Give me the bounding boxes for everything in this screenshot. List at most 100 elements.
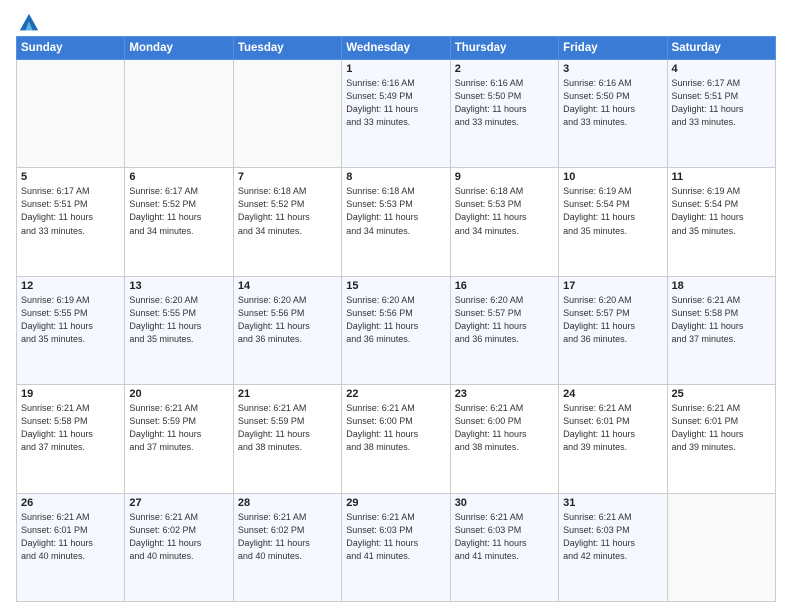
day-info: Sunrise: 6:20 AM Sunset: 5:57 PM Dayligh… [563,294,662,346]
day-info: Sunrise: 6:16 AM Sunset: 5:50 PM Dayligh… [563,77,662,129]
calendar-cell: 19 Sunrise: 6:21 AM Sunset: 5:58 PM Dayli… [17,385,125,493]
day-number: 13 [129,280,228,292]
calendar-header-tuesday: Tuesday [233,37,341,60]
calendar-cell: 14Sunrise: 6:20 AM Sunset: 5:56 PM Dayli… [233,276,341,384]
calendar-cell: 17Sunrise: 6:20 AM Sunset: 5:57 PM Dayli… [559,276,667,384]
calendar-cell: 24 Sunrise: 6:21 AM Sunset: 6:01 PM Dayli… [559,385,667,493]
page: SundayMondayTuesdayWednesdayThursdayFrid… [0,0,792,612]
day-info: Sunrise: 6:21 AM Sunset: 6:01 PM Dayligh… [21,511,120,563]
day-number: 15 [346,280,445,292]
calendar-cell: 23 Sunrise: 6:21 AM Sunset: 6:00 PM Dayli… [450,385,558,493]
calendar-week-3: 12 Sunrise: 6:19 AM Sunset: 5:55 PM Dayli… [17,276,776,384]
calendar-cell [17,60,125,168]
day-info: Sunrise: 6:18 AM Sunset: 5:52 PM Dayligh… [238,185,337,237]
day-info: Sunrise: 6:21 AM Sunset: 6:01 PM Dayligh… [563,402,662,454]
calendar-cell: 4 Sunrise: 6:17 AM Sunset: 5:51 PM Daylig… [667,60,775,168]
day-number: 16 [455,280,554,292]
day-info: Sunrise: 6:18 AM Sunset: 5:53 PM Dayligh… [455,185,554,237]
day-info: Sunrise: 6:21 AM Sunset: 6:01 PM Dayligh… [672,402,771,454]
calendar-cell: 30Sunrise: 6:21 AM Sunset: 6:03 PM Dayli… [450,493,558,601]
day-info: Sunrise: 6:20 AM Sunset: 5:56 PM Dayligh… [346,294,445,346]
calendar-cell: 9 Sunrise: 6:18 AM Sunset: 5:53 PM Daylig… [450,168,558,276]
calendar-cell: 3 Sunrise: 6:16 AM Sunset: 5:50 PM Daylig… [559,60,667,168]
calendar-cell: 15 Sunrise: 6:20 AM Sunset: 5:56 PM Dayli… [342,276,450,384]
calendar-cell [233,60,341,168]
calendar-cell: 20Sunrise: 6:21 AM Sunset: 5:59 PM Dayli… [125,385,233,493]
day-info: Sunrise: 6:21 AM Sunset: 6:03 PM Dayligh… [455,511,554,563]
calendar-header-row: SundayMondayTuesdayWednesdayThursdayFrid… [17,37,776,60]
day-number: 29 [346,497,445,509]
calendar-table: SundayMondayTuesdayWednesdayThursdayFrid… [16,36,776,602]
calendar-cell: 6 Sunrise: 6:17 AM Sunset: 5:52 PM Daylig… [125,168,233,276]
day-number: 28 [238,497,337,509]
logo-icon [18,12,40,34]
header [16,12,776,30]
day-number: 9 [455,171,554,183]
day-info: Sunrise: 6:18 AM Sunset: 5:53 PM Dayligh… [346,185,445,237]
calendar-cell: 11Sunrise: 6:19 AM Sunset: 5:54 PM Dayli… [667,168,775,276]
calendar-cell: 1 Sunrise: 6:16 AM Sunset: 5:49 PM Daylig… [342,60,450,168]
day-info: Sunrise: 6:20 AM Sunset: 5:55 PM Dayligh… [129,294,228,346]
day-number: 22 [346,388,445,400]
calendar-cell: 28 Sunrise: 6:21 AM Sunset: 6:02 PM Dayli… [233,493,341,601]
day-info: Sunrise: 6:19 AM Sunset: 5:55 PM Dayligh… [21,294,120,346]
day-info: Sunrise: 6:21 AM Sunset: 5:59 PM Dayligh… [129,402,228,454]
calendar-cell: 18Sunrise: 6:21 AM Sunset: 5:58 PM Dayli… [667,276,775,384]
calendar-cell: 10Sunrise: 6:19 AM Sunset: 5:54 PM Dayli… [559,168,667,276]
day-info: Sunrise: 6:16 AM Sunset: 5:49 PM Dayligh… [346,77,445,129]
day-number: 19 [21,388,120,400]
day-number: 7 [238,171,337,183]
calendar-cell: 22 Sunrise: 6:21 AM Sunset: 6:00 PM Dayli… [342,385,450,493]
day-number: 25 [672,388,771,400]
day-number: 23 [455,388,554,400]
calendar-week-5: 26 Sunrise: 6:21 AM Sunset: 6:01 PM Dayli… [17,493,776,601]
day-info: Sunrise: 6:21 AM Sunset: 6:00 PM Dayligh… [346,402,445,454]
calendar-header-saturday: Saturday [667,37,775,60]
day-info: Sunrise: 6:17 AM Sunset: 5:51 PM Dayligh… [672,77,771,129]
day-number: 31 [563,497,662,509]
day-info: Sunrise: 6:16 AM Sunset: 5:50 PM Dayligh… [455,77,554,129]
calendar-cell: 21Sunrise: 6:21 AM Sunset: 5:59 PM Dayli… [233,385,341,493]
day-number: 10 [563,171,662,183]
day-info: Sunrise: 6:21 AM Sunset: 6:03 PM Dayligh… [346,511,445,563]
day-number: 27 [129,497,228,509]
day-info: Sunrise: 6:21 AM Sunset: 6:00 PM Dayligh… [455,402,554,454]
calendar-header-sunday: Sunday [17,37,125,60]
day-info: Sunrise: 6:21 AM Sunset: 6:02 PM Dayligh… [129,511,228,563]
day-number: 6 [129,171,228,183]
calendar-cell: 13 Sunrise: 6:20 AM Sunset: 5:55 PM Dayli… [125,276,233,384]
day-info: Sunrise: 6:17 AM Sunset: 5:52 PM Dayligh… [129,185,228,237]
day-number: 4 [672,63,771,75]
day-info: Sunrise: 6:21 AM Sunset: 5:58 PM Dayligh… [21,402,120,454]
day-info: Sunrise: 6:21 AM Sunset: 6:02 PM Dayligh… [238,511,337,563]
day-number: 3 [563,63,662,75]
calendar-cell: 2 Sunrise: 6:16 AM Sunset: 5:50 PM Daylig… [450,60,558,168]
day-number: 5 [21,171,120,183]
calendar-header-wednesday: Wednesday [342,37,450,60]
calendar-cell: 7 Sunrise: 6:18 AM Sunset: 5:52 PM Daylig… [233,168,341,276]
calendar-header-friday: Friday [559,37,667,60]
day-info: Sunrise: 6:20 AM Sunset: 5:56 PM Dayligh… [238,294,337,346]
calendar-cell: 29 Sunrise: 6:21 AM Sunset: 6:03 PM Dayli… [342,493,450,601]
calendar-header-monday: Monday [125,37,233,60]
calendar-cell: 26 Sunrise: 6:21 AM Sunset: 6:01 PM Dayli… [17,493,125,601]
calendar-cell [667,493,775,601]
calendar-cell: 16 Sunrise: 6:20 AM Sunset: 5:57 PM Dayli… [450,276,558,384]
day-number: 24 [563,388,662,400]
calendar-cell: 12 Sunrise: 6:19 AM Sunset: 5:55 PM Dayli… [17,276,125,384]
day-info: Sunrise: 6:21 AM Sunset: 5:58 PM Dayligh… [672,294,771,346]
day-number: 2 [455,63,554,75]
calendar-cell: 31 Sunrise: 6:21 AM Sunset: 6:03 PM Dayli… [559,493,667,601]
calendar-week-2: 5 Sunrise: 6:17 AM Sunset: 5:51 PM Daylig… [17,168,776,276]
logo [16,12,40,30]
day-info: Sunrise: 6:21 AM Sunset: 6:03 PM Dayligh… [563,511,662,563]
day-info: Sunrise: 6:17 AM Sunset: 5:51 PM Dayligh… [21,185,120,237]
calendar-cell: 8Sunrise: 6:18 AM Sunset: 5:53 PM Daylig… [342,168,450,276]
day-info: Sunrise: 6:20 AM Sunset: 5:57 PM Dayligh… [455,294,554,346]
day-number: 1 [346,63,445,75]
calendar-cell: 27 Sunrise: 6:21 AM Sunset: 6:02 PM Dayli… [125,493,233,601]
day-number: 12 [21,280,120,292]
day-number: 26 [21,497,120,509]
calendar-week-4: 19 Sunrise: 6:21 AM Sunset: 5:58 PM Dayli… [17,385,776,493]
day-number: 11 [672,171,771,183]
